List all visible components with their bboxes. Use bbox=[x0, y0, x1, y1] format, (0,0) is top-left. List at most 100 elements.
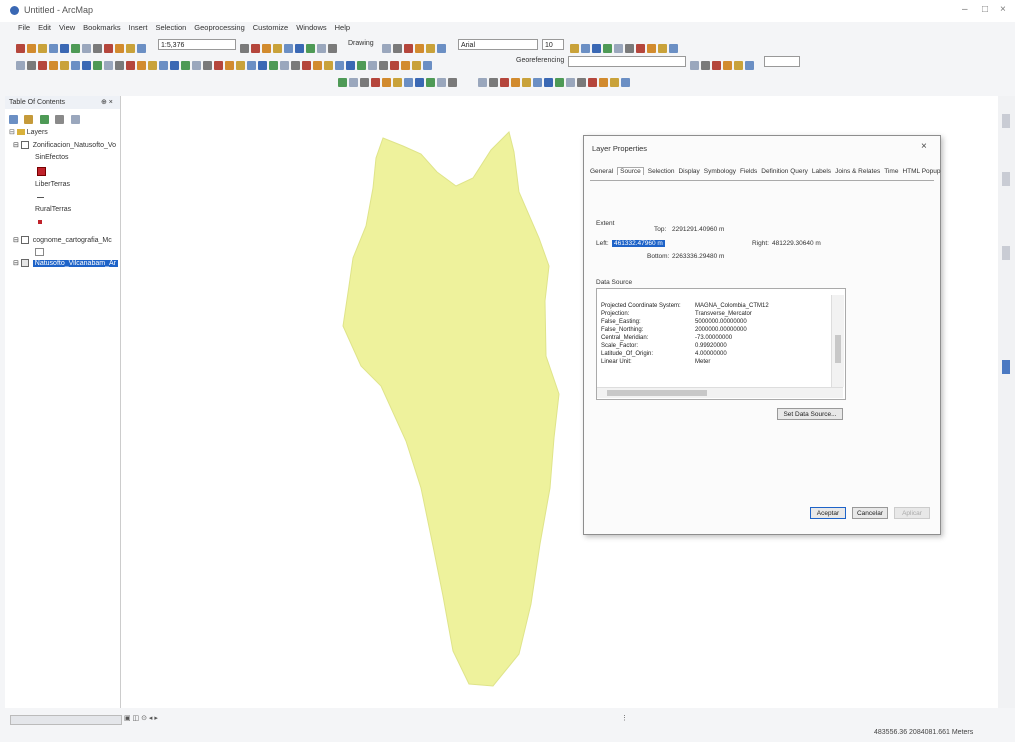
tools-tool-icon[interactable] bbox=[280, 61, 289, 71]
tools-tool-icon[interactable] bbox=[170, 61, 179, 71]
snapping-tool-icon[interactable] bbox=[489, 78, 498, 88]
text-format-tool-icon[interactable] bbox=[603, 44, 612, 54]
text-format-tool-icon[interactable] bbox=[625, 44, 634, 54]
menu-help[interactable]: Help bbox=[335, 23, 350, 32]
scrollbar-thumb[interactable] bbox=[835, 335, 841, 363]
georef-tool-icon[interactable] bbox=[745, 61, 754, 71]
datasource-box[interactable]: Projected Coordinate System: MAGNA_Colomb… bbox=[596, 288, 846, 400]
snapping-tool-icon[interactable] bbox=[555, 78, 564, 88]
tools-tool-icon[interactable] bbox=[401, 61, 410, 71]
search-tab-icon[interactable] bbox=[1002, 172, 1010, 186]
tools-tool-icon[interactable] bbox=[291, 61, 300, 71]
editor-tool-icon[interactable] bbox=[349, 78, 358, 88]
text-format-tool-icon[interactable] bbox=[636, 44, 645, 54]
georef-tool-icon[interactable] bbox=[690, 61, 699, 71]
snapping-tool-icon[interactable] bbox=[544, 78, 553, 88]
menu-file[interactable]: File bbox=[18, 23, 30, 32]
tools-tool-icon[interactable] bbox=[137, 61, 146, 71]
layer-visibility-checkbox[interactable] bbox=[20, 236, 29, 245]
layout-tool-icon[interactable] bbox=[240, 44, 249, 54]
minimize-icon[interactable]: – bbox=[962, 4, 968, 15]
standard-tool-icon[interactable] bbox=[71, 44, 80, 54]
layout-tool-icon[interactable] bbox=[317, 44, 326, 54]
georef-tool-icon[interactable] bbox=[712, 61, 721, 71]
snapping-tool-icon[interactable] bbox=[478, 78, 487, 88]
standard-tool-icon[interactable] bbox=[27, 44, 36, 54]
toc-horizontal-scrollbar[interactable] bbox=[10, 715, 122, 725]
tab-fields[interactable]: Fields bbox=[740, 168, 757, 175]
tools-tool-icon[interactable] bbox=[412, 61, 421, 71]
drawing-tool-icon[interactable] bbox=[404, 44, 413, 54]
menu-selection[interactable]: Selection bbox=[155, 23, 186, 32]
tools-tool-icon[interactable] bbox=[346, 61, 355, 71]
dialog-close-icon[interactable]: × bbox=[921, 141, 927, 152]
georeferencing-layer-select[interactable] bbox=[568, 56, 686, 67]
drawing-tool-icon[interactable] bbox=[382, 44, 391, 54]
tools-tool-icon[interactable] bbox=[236, 61, 245, 71]
layout-tool-icon[interactable] bbox=[262, 44, 271, 54]
tools-tool-icon[interactable] bbox=[313, 61, 322, 71]
snapping-tool-icon[interactable] bbox=[500, 78, 509, 88]
font-name-select[interactable]: Arial bbox=[458, 39, 538, 50]
toc-layer-zonificacion[interactable]: ⊟ Zonificacion_Natusofto_Vo bbox=[13, 141, 116, 150]
tools-tool-icon[interactable] bbox=[93, 61, 102, 71]
tab-html-popup[interactable]: HTML Popup bbox=[902, 168, 940, 175]
tools-tool-icon[interactable] bbox=[423, 61, 432, 71]
tools-tool-icon[interactable] bbox=[390, 61, 399, 71]
tools-tool-icon[interactable] bbox=[126, 61, 135, 71]
editor-tool-icon[interactable] bbox=[360, 78, 369, 88]
datasource-horizontal-scrollbar[interactable] bbox=[597, 387, 843, 398]
results-tab-icon[interactable] bbox=[1002, 360, 1010, 374]
tools-tool-icon[interactable] bbox=[115, 61, 124, 71]
tab-source[interactable]: Source bbox=[617, 167, 644, 175]
tools-tool-icon[interactable] bbox=[104, 61, 113, 71]
list-by-selection-icon[interactable] bbox=[55, 115, 65, 125]
editor-tool-icon[interactable] bbox=[437, 78, 446, 88]
standard-tool-icon[interactable] bbox=[93, 44, 102, 54]
tools-tool-icon[interactable] bbox=[82, 61, 91, 71]
close-window-icon[interactable]: × bbox=[1000, 4, 1006, 15]
drawing-tool-icon[interactable] bbox=[415, 44, 424, 54]
drawing-tool-icon[interactable] bbox=[426, 44, 435, 54]
snapping-tool-icon[interactable] bbox=[533, 78, 542, 88]
layer-visibility-checkbox-checked[interactable] bbox=[20, 259, 29, 268]
list-by-drawing-order-icon[interactable] bbox=[9, 115, 18, 125]
layout-view-buttons[interactable]: ▣ ◫ ⊙ ◂ ▸ bbox=[124, 714, 158, 722]
options-icon[interactable] bbox=[70, 115, 80, 125]
toc-close-icon[interactable]: ⊕ × bbox=[101, 98, 113, 106]
toc-layer-natusofto[interactable]: ⊟ Natusofto_Vilcanabam_Ar bbox=[13, 259, 118, 268]
menu-bookmarks[interactable]: Bookmarks bbox=[83, 23, 121, 32]
layout-tool-icon[interactable] bbox=[306, 44, 315, 54]
tab-general[interactable]: General bbox=[590, 168, 613, 175]
editor-tool-icon[interactable] bbox=[415, 78, 424, 88]
text-format-tool-icon[interactable] bbox=[669, 44, 678, 54]
layout-tool-icon[interactable] bbox=[251, 44, 260, 54]
tools-tool-icon[interactable] bbox=[324, 61, 333, 71]
tools-tool-icon[interactable] bbox=[214, 61, 223, 71]
catalog-tab-icon[interactable] bbox=[1002, 114, 1010, 128]
text-format-tool-icon[interactable] bbox=[614, 44, 623, 54]
editor-tool-icon[interactable] bbox=[382, 78, 391, 88]
editor-tool-icon[interactable] bbox=[426, 78, 435, 88]
menu-edit[interactable]: Edit bbox=[38, 23, 51, 32]
editor-tool-icon[interactable] bbox=[371, 78, 380, 88]
tab-display[interactable]: Display bbox=[678, 168, 699, 175]
scrollbar-thumb[interactable] bbox=[607, 390, 707, 396]
tools-tool-icon[interactable] bbox=[379, 61, 388, 71]
tools-tool-icon[interactable] bbox=[181, 61, 190, 71]
editor-tool-icon[interactable] bbox=[393, 78, 402, 88]
ok-button[interactable]: Aceptar bbox=[810, 507, 846, 519]
set-data-source-button[interactable]: Set Data Source... bbox=[777, 408, 843, 420]
layer-visibility-checkbox[interactable] bbox=[20, 141, 29, 150]
layout-tool-icon[interactable] bbox=[284, 44, 293, 54]
left-value-selected[interactable]: 461332.47960 m bbox=[612, 240, 665, 247]
toc-layer-cartografia[interactable]: ⊟ cognome_cartografia_Mc bbox=[13, 236, 112, 245]
snapping-tool-icon[interactable] bbox=[621, 78, 630, 88]
maximize-icon[interactable]: □ bbox=[982, 4, 988, 15]
symbol-swatch-point[interactable] bbox=[38, 220, 42, 224]
tools-tool-icon[interactable] bbox=[203, 61, 212, 71]
snapping-tool-icon[interactable] bbox=[577, 78, 586, 88]
tools-tool-icon[interactable] bbox=[302, 61, 311, 71]
tools-tool-icon[interactable] bbox=[269, 61, 278, 71]
apply-button[interactable]: Aplicar bbox=[894, 507, 930, 519]
